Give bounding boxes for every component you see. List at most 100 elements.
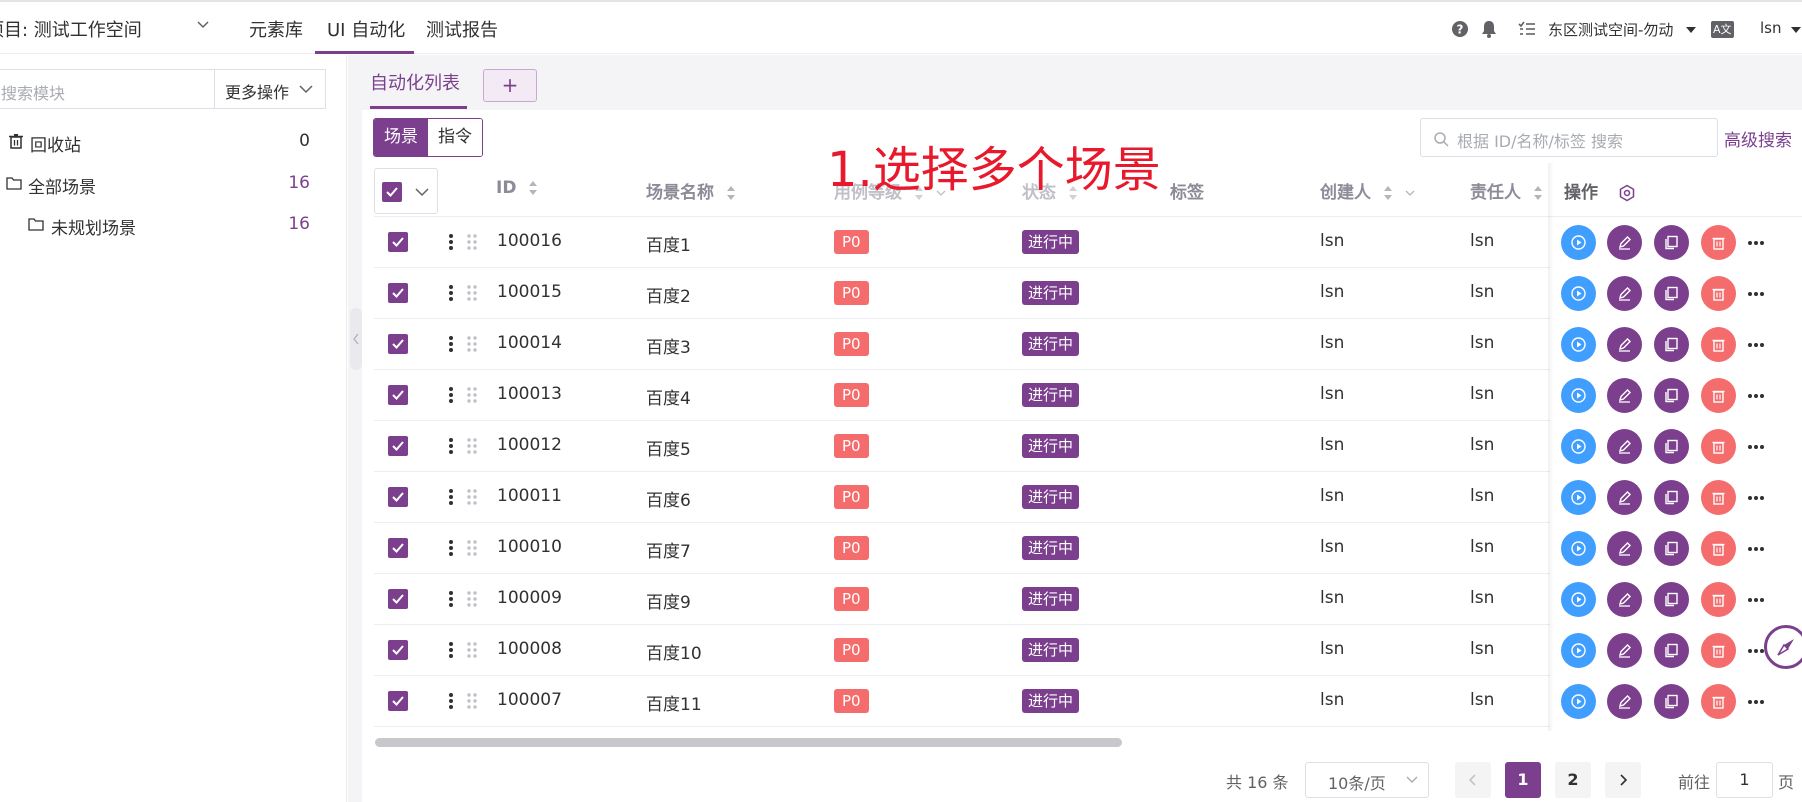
edit-button[interactable]: [1607, 531, 1642, 566]
more-ops-button[interactable]: 更多操作: [214, 69, 326, 109]
more-horizontal-icon[interactable]: [1746, 437, 1766, 457]
more-vertical-icon[interactable]: [448, 283, 454, 303]
run-button[interactable]: [1561, 531, 1596, 566]
copy-button[interactable]: [1654, 633, 1689, 668]
more-vertical-icon[interactable]: [448, 334, 454, 354]
delete-button[interactable]: [1701, 480, 1736, 515]
page-size-select[interactable]: 10条/页: [1305, 762, 1429, 798]
delete-button[interactable]: [1701, 582, 1736, 617]
language-switch[interactable]: A文: [1711, 21, 1734, 38]
add-tab-button[interactable]: +: [483, 69, 537, 102]
copy-button[interactable]: [1654, 582, 1689, 617]
more-horizontal-icon[interactable]: [1746, 233, 1766, 253]
table-row[interactable]: 100014 百度3 P0 进行中 lsn lsn: [374, 319, 1802, 370]
column-header-creator[interactable]: 创建人: [1320, 178, 1415, 203]
row-checkbox[interactable]: [388, 232, 408, 252]
run-button[interactable]: [1561, 225, 1596, 260]
table-row[interactable]: 100011 百度6 P0 进行中 lsn lsn: [374, 472, 1802, 523]
more-horizontal-icon[interactable]: [1746, 488, 1766, 508]
run-button[interactable]: [1561, 480, 1596, 515]
more-vertical-icon[interactable]: [448, 691, 454, 711]
goto-page-input[interactable]: 1: [1716, 762, 1773, 798]
next-page-button[interactable]: [1605, 762, 1641, 798]
row-checkbox[interactable]: [388, 538, 408, 558]
more-horizontal-icon[interactable]: [1746, 590, 1766, 610]
page-button[interactable]: 1: [1505, 762, 1541, 798]
more-horizontal-icon[interactable]: [1746, 539, 1766, 559]
row-checkbox[interactable]: [388, 589, 408, 609]
user-caret-icon[interactable]: [1791, 27, 1801, 33]
cell-id[interactable]: 100009: [497, 588, 562, 608]
edit-button[interactable]: [1607, 378, 1642, 413]
row-checkbox[interactable]: [388, 385, 408, 405]
edit-button[interactable]: [1607, 480, 1642, 515]
more-vertical-icon[interactable]: [448, 487, 454, 507]
edit-button[interactable]: [1607, 633, 1642, 668]
run-button[interactable]: [1561, 276, 1596, 311]
nav-tab-test-report[interactable]: 测试报告: [426, 16, 498, 42]
delete-button[interactable]: [1701, 225, 1736, 260]
cell-id[interactable]: 100014: [497, 333, 562, 353]
table-row[interactable]: 100010 百度7 P0 进行中 lsn lsn: [374, 523, 1802, 574]
cell-id[interactable]: 100016: [497, 231, 562, 251]
run-button[interactable]: [1561, 582, 1596, 617]
copy-button[interactable]: [1654, 684, 1689, 719]
drag-handle-icon[interactable]: [466, 385, 478, 405]
delete-button[interactable]: [1701, 378, 1736, 413]
more-horizontal-icon[interactable]: [1746, 284, 1766, 304]
compass-float-button[interactable]: [1764, 625, 1802, 669]
copy-button[interactable]: [1654, 429, 1689, 464]
edit-button[interactable]: [1607, 327, 1642, 362]
nav-tab-elements[interactable]: 元素库: [249, 16, 303, 42]
cell-id[interactable]: 100008: [497, 639, 562, 659]
table-row[interactable]: 100015 百度2 P0 进行中 lsn lsn: [374, 268, 1802, 319]
run-button[interactable]: [1561, 327, 1596, 362]
drag-handle-icon[interactable]: [466, 691, 478, 711]
workspace-select[interactable]: 东区测试空间-勿动: [1548, 19, 1673, 40]
tree-item-recycle-bin[interactable]: 回收站 0: [0, 127, 320, 157]
more-horizontal-icon[interactable]: [1746, 692, 1766, 712]
delete-button[interactable]: [1701, 327, 1736, 362]
chevron-down-icon[interactable]: [196, 18, 210, 32]
bell-icon[interactable]: [1479, 19, 1499, 39]
select-all-checkbox[interactable]: [382, 182, 402, 202]
more-horizontal-icon[interactable]: [1746, 641, 1766, 661]
drag-handle-icon[interactable]: [466, 538, 478, 558]
nav-tab-ui-automation[interactable]: UI 自动化: [327, 16, 405, 42]
copy-button[interactable]: [1654, 480, 1689, 515]
drag-handle-icon[interactable]: [466, 436, 478, 456]
more-horizontal-icon[interactable]: [1746, 335, 1766, 355]
horizontal-scrollbar[interactable]: [375, 738, 1122, 747]
delete-button[interactable]: [1701, 633, 1736, 668]
drag-handle-icon[interactable]: [466, 589, 478, 609]
prev-page-button[interactable]: [1455, 762, 1491, 798]
column-header-owner[interactable]: 责任人: [1470, 178, 1543, 203]
row-checkbox[interactable]: [388, 436, 408, 456]
table-row[interactable]: 100013 百度4 P0 进行中 lsn lsn: [374, 370, 1802, 421]
table-row[interactable]: 100016 百度1 P0 进行中 lsn lsn: [374, 217, 1802, 268]
column-header-id[interactable]: ID: [496, 178, 538, 198]
more-horizontal-icon[interactable]: [1746, 386, 1766, 406]
select-all-dropdown[interactable]: [374, 168, 438, 214]
cell-id[interactable]: 100015: [497, 282, 562, 302]
drag-handle-icon[interactable]: [466, 487, 478, 507]
segment-scenario[interactable]: 场景: [374, 119, 428, 156]
row-checkbox[interactable]: [388, 640, 408, 660]
user-name[interactable]: lsn: [1760, 19, 1782, 37]
row-checkbox[interactable]: [388, 283, 408, 303]
row-checkbox[interactable]: [388, 487, 408, 507]
advanced-search-link[interactable]: 高级搜索: [1724, 126, 1792, 151]
cell-id[interactable]: 100007: [497, 690, 562, 710]
run-button[interactable]: [1561, 378, 1596, 413]
module-search-input[interactable]: 搜索模块: [0, 69, 214, 109]
delete-button[interactable]: [1701, 276, 1736, 311]
table-search-input[interactable]: 根据 ID/名称/标签 搜索: [1420, 118, 1718, 157]
edit-button[interactable]: [1607, 225, 1642, 260]
drag-handle-icon[interactable]: [466, 334, 478, 354]
copy-button[interactable]: [1654, 276, 1689, 311]
column-settings-icon[interactable]: [1618, 184, 1636, 202]
edit-button[interactable]: [1607, 684, 1642, 719]
workspace-caret-icon[interactable]: [1686, 27, 1696, 33]
column-header-name[interactable]: 场景名称: [646, 178, 736, 203]
tree-item-unplanned-scenarios[interactable]: 未规划场景 16: [0, 210, 320, 240]
